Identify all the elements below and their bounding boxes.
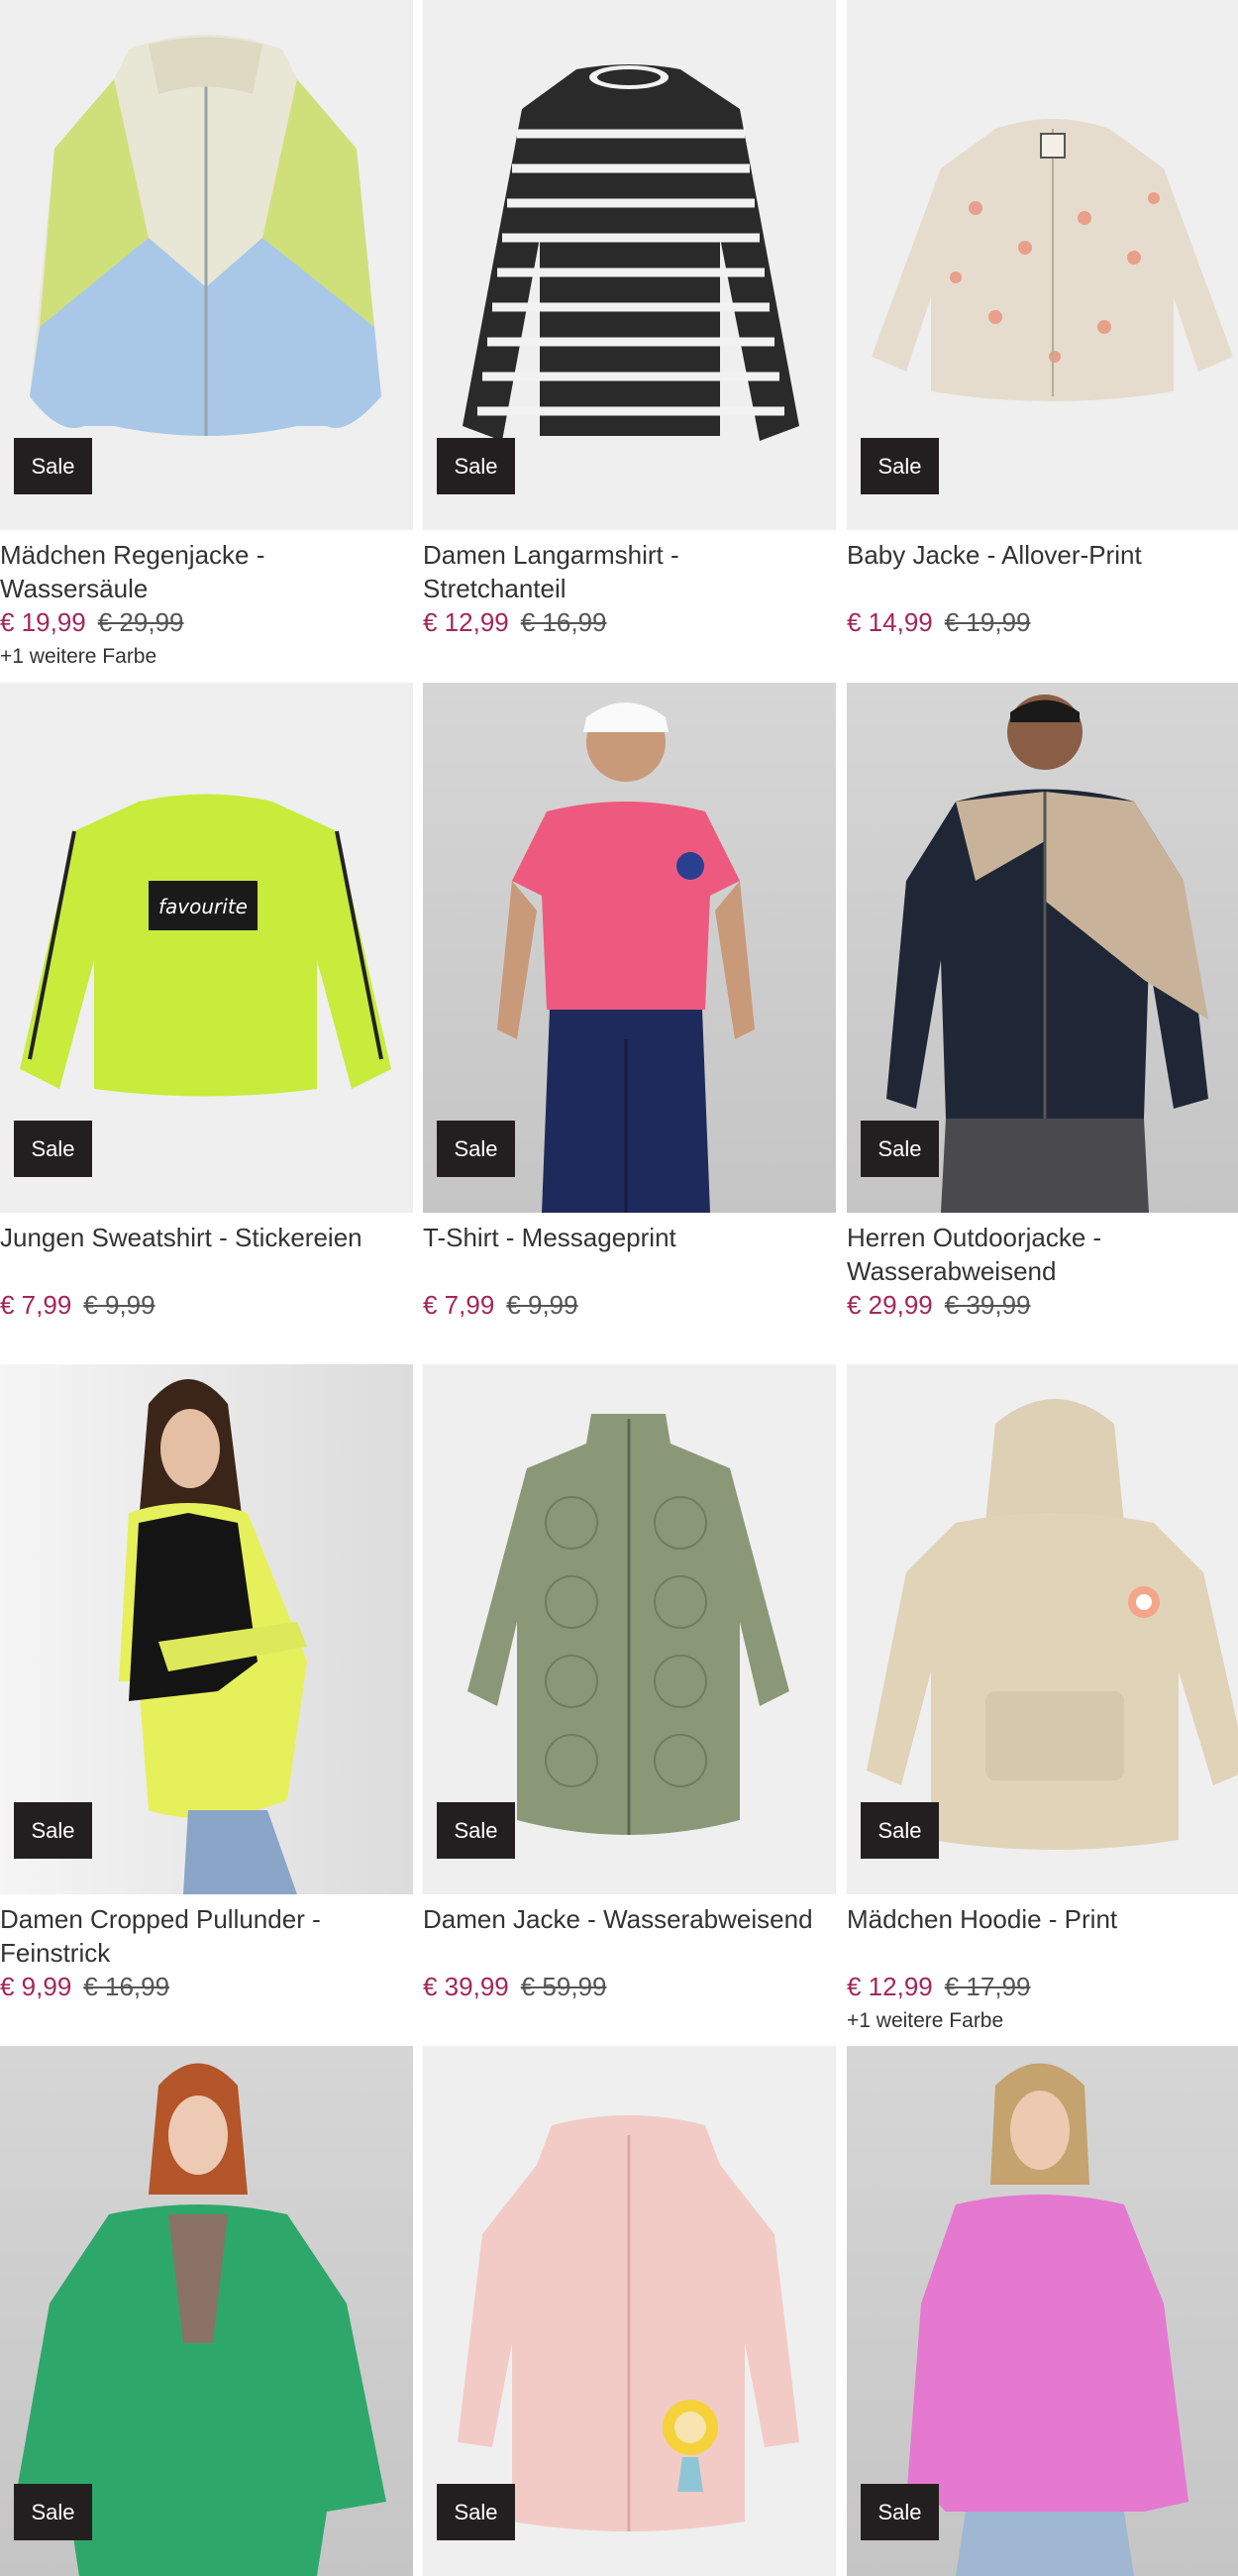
product-title[interactable]: Mädchen Regenjacke - Wassersäule xyxy=(0,538,413,605)
product-image[interactable]: Sale xyxy=(423,0,836,530)
sale-badge: Sale xyxy=(861,438,939,494)
more-colors-link[interactable]: +1 weitere Farbe xyxy=(0,643,413,671)
price-row: € 29,99 € 39,99 xyxy=(847,1288,1238,1322)
product-grid: Sale Mädchen Regenjacke - Wassersäule € … xyxy=(0,0,1238,2576)
more-colors-link[interactable]: +1 weitere Farbe xyxy=(847,2007,1238,2035)
svg-text:favourite: favourite xyxy=(158,895,248,918)
price-row: € 7,99 € 9,99 xyxy=(423,1288,836,1322)
product-title[interactable]: T-Shirt - Messageprint xyxy=(423,1221,836,1288)
sale-badge: Sale xyxy=(14,2484,92,2540)
price-row: € 19,99 € 29,99 xyxy=(0,605,413,639)
product-title[interactable]: Damen Cropped Pullunder - Feinstrick xyxy=(0,1902,413,1970)
product-card[interactable]: favourite Sale Jungen Sweatshirt - Stick… xyxy=(0,683,413,1326)
product-card[interactable]: Sale xyxy=(0,2046,413,2576)
sale-badge: Sale xyxy=(861,1121,939,1177)
current-price: € 29,99 xyxy=(847,1290,933,1320)
product-card[interactable]: Sale xyxy=(423,2046,836,2576)
product-image[interactable]: Sale xyxy=(0,0,413,530)
product-card[interactable]: Sale Damen Jacke - Wasserabweisend € 39,… xyxy=(423,1364,836,2007)
product-image[interactable]: Sale xyxy=(0,2046,413,2576)
product-image[interactable]: Sale xyxy=(0,1364,413,1894)
sale-badge: Sale xyxy=(437,1802,515,1859)
product-image[interactable]: Sale xyxy=(423,683,836,1213)
old-price: € 17,99 xyxy=(944,1972,1031,2001)
current-price: € 14,99 xyxy=(847,607,933,637)
product-card[interactable]: Sale Mädchen Regenjacke - Wassersäule € … xyxy=(0,0,413,671)
price-row: € 39,99 € 59,99 xyxy=(423,1970,836,2003)
current-price: € 12,99 xyxy=(423,607,509,637)
product-image[interactable]: Sale xyxy=(847,1364,1238,1894)
product-image[interactable]: Sale xyxy=(847,683,1238,1213)
product-card[interactable]: Sale Damen Langarmshirt - Stretchanteil … xyxy=(423,0,836,643)
old-price: € 29,99 xyxy=(97,607,184,637)
current-price: € 7,99 xyxy=(423,1290,495,1320)
product-card[interactable]: Sale T-Shirt - Messageprint € 7,99 € 9,99 xyxy=(423,683,836,1326)
price-row: € 12,99 € 16,99 xyxy=(423,605,836,639)
price-row: € 7,99 € 9,99 xyxy=(0,1288,413,1322)
price-row: € 12,99 € 17,99 xyxy=(847,1970,1238,2003)
old-price: € 59,99 xyxy=(520,1972,607,2001)
sale-badge: Sale xyxy=(14,1121,92,1177)
sale-badge: Sale xyxy=(861,1802,939,1859)
current-price: € 12,99 xyxy=(847,1972,933,2001)
product-title[interactable]: Herren Outdoorjacke - Wasserabweisend xyxy=(847,1221,1238,1288)
current-price: € 19,99 xyxy=(0,607,86,637)
product-image[interactable]: Sale xyxy=(423,1364,836,1894)
product-title[interactable]: Baby Jacke - Allover-Print xyxy=(847,538,1238,605)
price-row: € 14,99 € 19,99 xyxy=(847,605,1238,639)
old-price: € 19,99 xyxy=(944,607,1031,637)
sale-badge: Sale xyxy=(14,1802,92,1859)
product-card[interactable]: Sale Herren Outdoorjacke - Wasserabweise… xyxy=(847,683,1238,1326)
sale-badge: Sale xyxy=(861,2484,939,2540)
product-image[interactable]: favourite Sale xyxy=(0,683,413,1213)
product-image[interactable]: Sale xyxy=(847,0,1238,530)
current-price: € 9,99 xyxy=(0,1972,72,2001)
old-price: € 16,99 xyxy=(520,607,607,637)
product-title[interactable]: Mädchen Hoodie - Print xyxy=(847,1902,1238,1970)
product-card[interactable]: Sale Mädchen Hoodie - Print € 12,99 € 17,… xyxy=(847,1364,1238,2035)
old-price: € 9,99 xyxy=(83,1290,155,1320)
old-price: € 39,99 xyxy=(944,1290,1031,1320)
sale-badge: Sale xyxy=(437,438,515,494)
old-price: € 16,99 xyxy=(83,1972,170,2001)
product-image[interactable]: Sale xyxy=(423,2046,836,2576)
sale-badge: Sale xyxy=(14,438,92,494)
product-title[interactable]: Damen Jacke - Wasserabweisend xyxy=(423,1902,836,1970)
product-card[interactable]: Sale Baby Jacke - Allover-Print € 14,99 €… xyxy=(847,0,1238,643)
current-price: € 39,99 xyxy=(423,1972,509,2001)
old-price: € 9,99 xyxy=(506,1290,578,1320)
product-title[interactable]: Jungen Sweatshirt - Stickereien xyxy=(0,1221,413,1288)
product-title[interactable]: Damen Langarmshirt - Stretchanteil xyxy=(423,538,836,605)
product-image[interactable]: Sale xyxy=(847,2046,1238,2576)
product-card[interactable]: Sale xyxy=(847,2046,1238,2576)
sale-badge: Sale xyxy=(437,1121,515,1177)
price-row: € 9,99 € 16,99 xyxy=(0,1970,413,2003)
sale-badge: Sale xyxy=(437,2484,515,2540)
current-price: € 7,99 xyxy=(0,1290,72,1320)
product-card[interactable]: Sale Damen Cropped Pullunder - Feinstric… xyxy=(0,1364,413,2007)
